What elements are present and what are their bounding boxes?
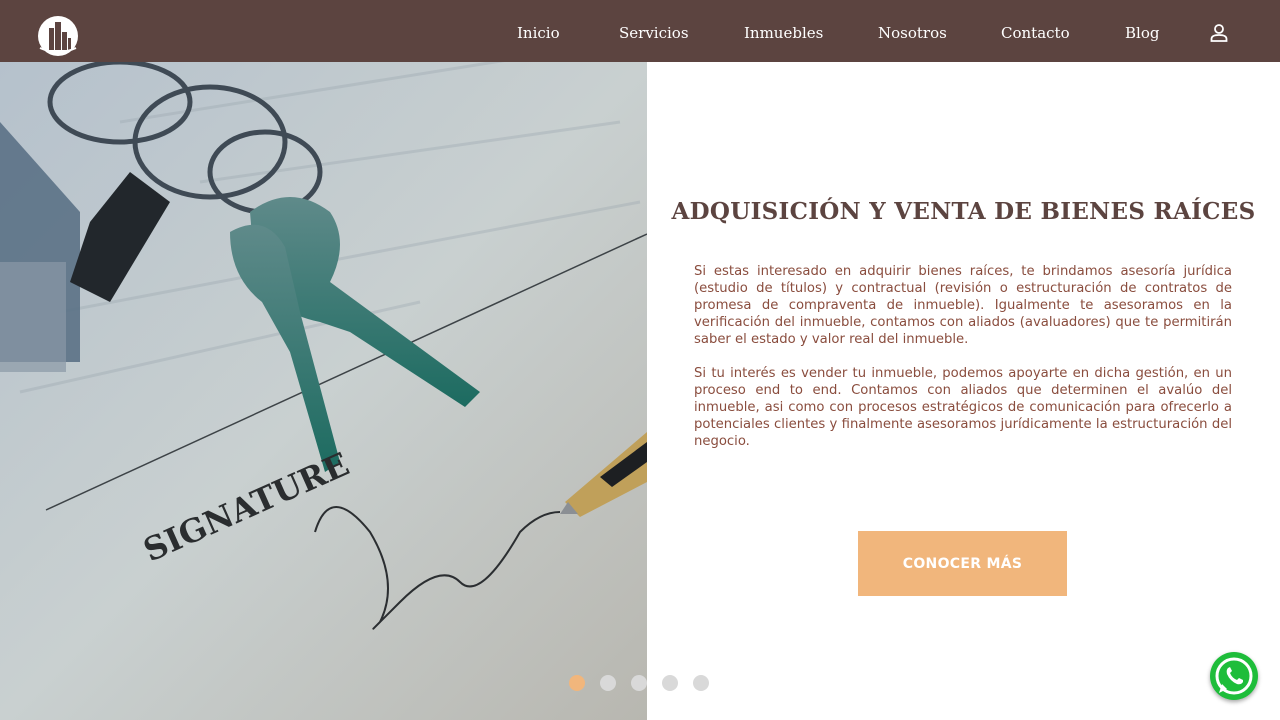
- site-header: Inicio Servicios Inmuebles Nosotros Cont…: [0, 0, 1280, 62]
- nav-inmuebles[interactable]: Inmuebles: [744, 24, 823, 42]
- whatsapp-icon[interactable]: [1210, 652, 1258, 700]
- nav-nosotros[interactable]: Nosotros: [878, 24, 947, 42]
- carousel-dot-2[interactable]: [600, 675, 616, 691]
- nav-blog[interactable]: Blog: [1125, 24, 1159, 42]
- intro-paragraph-buy: Si estas interesado en adquirir bienes r…: [694, 264, 1232, 347]
- carousel-dot-3[interactable]: [631, 675, 647, 691]
- main-nav: Inicio Servicios Inmuebles Nosotros Cont…: [0, 0, 1280, 62]
- carousel-dot-5[interactable]: [693, 675, 709, 691]
- user-icon[interactable]: [1209, 23, 1229, 43]
- carousel-dot-4[interactable]: [662, 675, 678, 691]
- carousel-dot-1[interactable]: [569, 675, 585, 691]
- carousel-dots: [569, 675, 719, 691]
- nav-servicios[interactable]: Servicios: [619, 24, 689, 42]
- hero-image-keys-signature: SIGNATURE: [0, 62, 647, 720]
- service-content: ADQUISICIÓN Y VENTA DE BIENES RAÍCES Si …: [647, 62, 1280, 720]
- page-title: ADQUISICIÓN Y VENTA DE BIENES RAÍCES: [671, 198, 1256, 225]
- nav-inicio[interactable]: Inicio: [517, 24, 560, 42]
- nav-contacto[interactable]: Contacto: [1001, 24, 1070, 42]
- intro-paragraph-sell: Si tu interés es vender tu inmueble, pod…: [694, 366, 1232, 449]
- conocer-mas-button[interactable]: CONOCER MÁS: [858, 531, 1067, 596]
